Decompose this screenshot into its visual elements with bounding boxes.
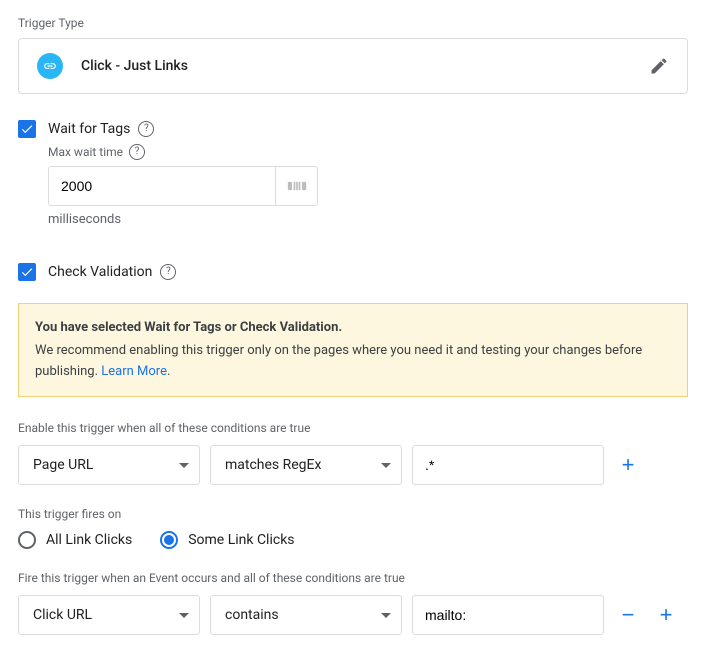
enable-conditions-label: Enable this trigger when all of these co… bbox=[18, 421, 688, 435]
fires-on-label: This trigger fires on bbox=[18, 507, 688, 521]
radio-some-link-clicks[interactable]: Some Link Clicks bbox=[160, 531, 294, 549]
fires-on-radio-group: All Link Clicks Some Link Clicks bbox=[18, 531, 688, 549]
caret-down-icon bbox=[179, 463, 189, 468]
learn-more-link[interactable]: Learn More bbox=[101, 364, 167, 379]
fire-conditions-row: Click URL contains − + bbox=[18, 595, 688, 635]
trigger-type-label: Trigger Type bbox=[18, 16, 688, 30]
remove-condition-button[interactable]: − bbox=[614, 595, 642, 635]
caret-down-icon bbox=[381, 613, 391, 618]
enable-conditions-row: Page URL matches RegEx + bbox=[18, 445, 688, 485]
check-validation-checkbox[interactable] bbox=[18, 263, 36, 281]
check-validation-label: Check Validation bbox=[48, 264, 152, 280]
warning-heading: You have selected Wait for Tags or Check… bbox=[35, 318, 671, 339]
fire-operator-select[interactable]: contains bbox=[210, 595, 402, 635]
caret-down-icon bbox=[381, 463, 391, 468]
help-icon[interactable]: ? bbox=[129, 144, 145, 160]
wait-for-tags-label: Wait for Tags bbox=[48, 121, 130, 137]
max-wait-time-label: Max wait time ? bbox=[48, 144, 688, 160]
add-condition-button[interactable]: + bbox=[652, 595, 680, 635]
trigger-type-card[interactable]: Click - Just Links bbox=[18, 38, 688, 94]
warning-box: You have selected Wait for Tags or Check… bbox=[18, 303, 688, 397]
fire-value-input[interactable] bbox=[412, 595, 604, 635]
help-icon[interactable]: ? bbox=[138, 121, 154, 137]
variable-picker-button[interactable] bbox=[276, 166, 318, 206]
radio-all-link-clicks[interactable]: All Link Clicks bbox=[18, 531, 132, 549]
enable-value-input[interactable] bbox=[412, 445, 604, 485]
milliseconds-label: milliseconds bbox=[48, 212, 688, 227]
enable-operator-select[interactable]: matches RegEx bbox=[210, 445, 402, 485]
add-condition-button[interactable]: + bbox=[614, 445, 642, 485]
link-icon bbox=[37, 53, 63, 79]
wait-for-tags-checkbox[interactable] bbox=[18, 120, 36, 138]
radio-on-icon bbox=[160, 531, 178, 549]
caret-down-icon bbox=[179, 613, 189, 618]
enable-variable-select[interactable]: Page URL bbox=[18, 445, 200, 485]
fire-conditions-label: Fire this trigger when an Event occurs a… bbox=[18, 571, 688, 585]
edit-icon[interactable] bbox=[649, 56, 669, 76]
fire-variable-select[interactable]: Click URL bbox=[18, 595, 200, 635]
check-validation-row: Check Validation ? bbox=[18, 263, 688, 281]
help-icon[interactable]: ? bbox=[160, 264, 176, 280]
trigger-type-name: Click - Just Links bbox=[81, 58, 188, 74]
max-wait-time-input[interactable] bbox=[48, 166, 276, 206]
radio-off-icon bbox=[18, 531, 36, 549]
wait-for-tags-row: Wait for Tags ? bbox=[18, 120, 688, 138]
